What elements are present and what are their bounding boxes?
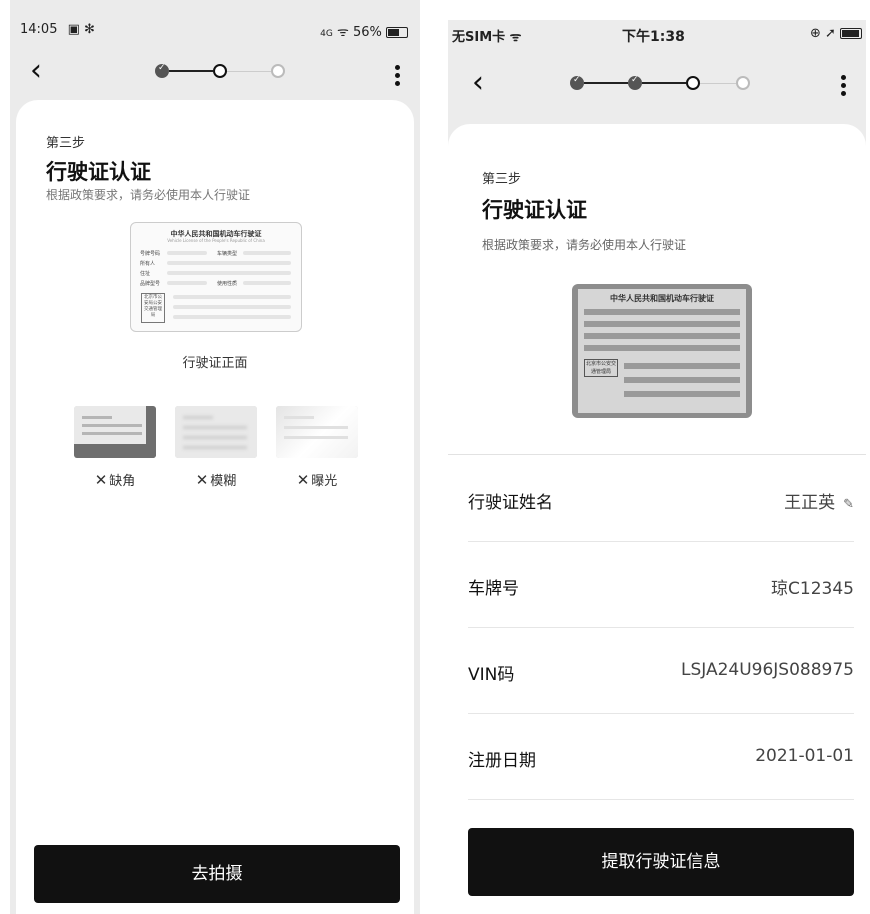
name-value[interactable]: 王正英 <box>784 493 835 513</box>
bad-label-blurry: ✕ 模糊 <box>195 471 237 489</box>
status-time: 下午1:38 <box>622 29 685 45</box>
location-icons: ⊕ ➚ <box>809 26 836 41</box>
info-row-plate: 车牌号 琼C12345 <box>468 542 854 628</box>
info-row-name: 行驶证姓名 王正英 ✎ <box>468 456 854 542</box>
page-subtitle: 根据政策要求，请务必使用本人行驶证 <box>46 188 251 202</box>
bad-label-missing-corner: ✕ 缺角 <box>94 471 136 489</box>
step-dot-1 <box>155 63 169 78</box>
battery-percent: 56% <box>352 25 382 40</box>
seal-stamp: 北京市公安局公安交通管理局 <box>141 293 165 323</box>
signal-icon: 4G <box>320 29 333 39</box>
content-card: 第三步 行驶证认证 根据政策要求，请务必使用本人行驶证 中华人民共和国机动车行驶… <box>448 124 866 914</box>
right-phone-screen: 无SIM卡 ᯤ 下午1:38 ⊕ ➚ ‹ 第三步 行驶证认证 根据政策要求，请务… <box>448 20 866 914</box>
bad-label-overexposed: ✕ 曝光 <box>296 471 338 489</box>
nav-bar: ‹ <box>448 68 866 108</box>
status-bar: 无SIM卡 ᯤ 下午1:38 ⊕ ➚ <box>448 20 866 56</box>
page-title: 行驶证认证 <box>482 198 587 222</box>
status-time: 14:05 <box>20 22 58 37</box>
info-row-vin: VIN码 LSJA24U96JS088975 <box>468 628 854 714</box>
bad-example-overexposed <box>276 406 358 458</box>
extract-license-info-button[interactable]: 提取行驶证信息 <box>468 828 854 896</box>
step-dot-1 <box>570 75 584 90</box>
content-card: 第三步 行驶证认证 根据政策要求，请务必使用本人行驶证 中华人民共和国机动车行驶… <box>16 100 414 914</box>
page-subtitle: 根据政策要求，请务必使用本人行驶证 <box>482 238 687 252</box>
step-dot-2 <box>628 75 642 90</box>
step-indicator <box>570 75 750 92</box>
back-icon[interactable]: ‹ <box>30 56 42 86</box>
bad-example-missing-corner <box>74 406 156 458</box>
more-vertical-icon[interactable] <box>395 62 400 89</box>
step-dot-3 <box>271 64 285 78</box>
battery-icon <box>386 27 408 38</box>
nav-bar: ‹ <box>10 56 420 96</box>
back-icon[interactable]: ‹ <box>472 68 484 98</box>
take-photo-button[interactable]: 去拍摄 <box>34 845 400 903</box>
status-bar: 14:05 ▣ ✻ 4G ᯤ 56% <box>10 0 420 40</box>
step-label: 第三步 <box>46 136 86 151</box>
step-indicator <box>155 63 285 80</box>
license-caption: 行驶证正面 <box>182 356 248 371</box>
page-title: 行驶证认证 <box>46 160 151 184</box>
notification-icons: ▣ ✻ <box>67 22 95 37</box>
wifi-icon: ᯤ <box>509 30 522 45</box>
seal-stamp: 北京市公安交通管理局 <box>584 359 618 377</box>
info-row-register-date: 注册日期 2021-01-01 <box>468 714 854 800</box>
step-dot-4 <box>736 76 750 90</box>
cross-icon: ✕ <box>94 471 108 489</box>
wifi-icon: ᯤ <box>336 25 349 40</box>
license-front-illustration: 中华人民共和国机动车行驶证 Vehicle License of the Peo… <box>130 222 302 332</box>
carrier-label: 无SIM卡 <box>452 30 506 45</box>
cross-icon: ✕ <box>195 471 209 489</box>
step-dot-3 <box>686 76 700 90</box>
left-phone-screen: 14:05 ▣ ✻ 4G ᯤ 56% ‹ 第三步 行驶证认证 根据政策要求，请务… <box>10 0 420 914</box>
cross-icon: ✕ <box>296 471 310 489</box>
battery-icon <box>840 28 862 39</box>
more-vertical-icon[interactable] <box>841 72 846 99</box>
step-label: 第三步 <box>482 172 522 187</box>
pencil-icon[interactable]: ✎ <box>843 497 854 512</box>
bad-example-blurry <box>175 406 257 458</box>
license-photo: 中华人民共和国机动车行驶证 北京市公安交通管理局 <box>572 284 752 418</box>
step-dot-2 <box>213 64 227 78</box>
